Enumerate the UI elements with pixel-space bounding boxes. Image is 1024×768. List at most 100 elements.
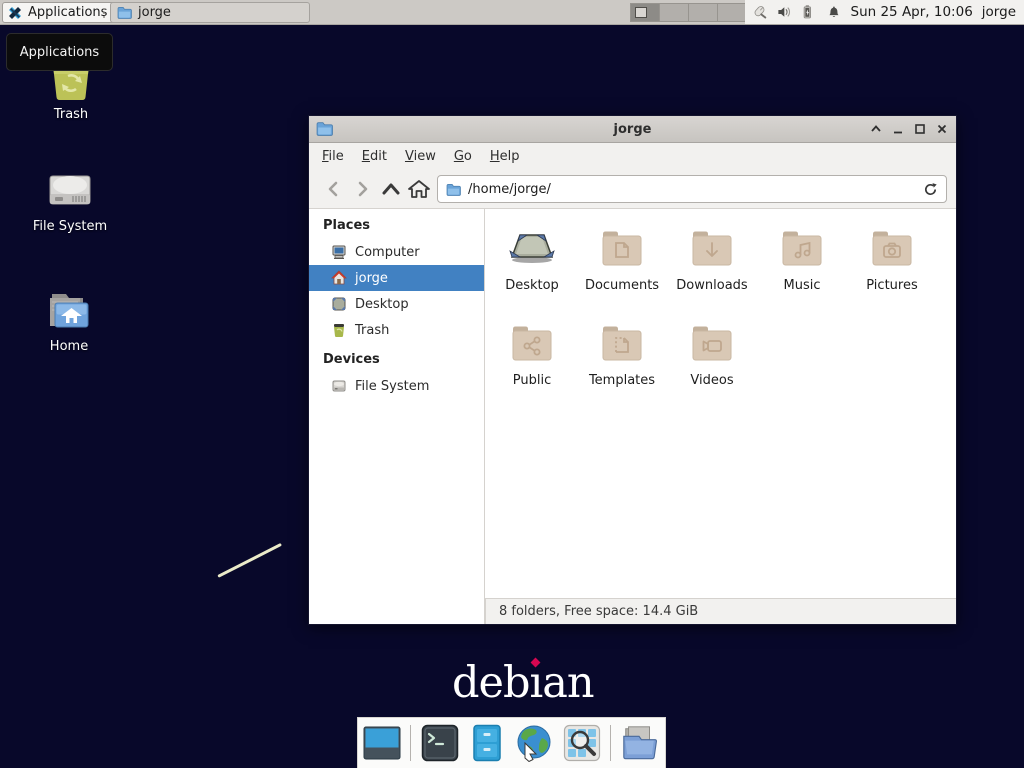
up-button[interactable]: [379, 177, 403, 201]
sidebar-item-jorge[interactable]: jorge: [309, 265, 484, 291]
file-manager-window: jorge File Edit View Go Help: [308, 115, 957, 625]
dock-show-desktop-button[interactable]: [363, 723, 401, 763]
statusbar: 8 folders, Free space: 14.4 GiB: [485, 598, 956, 624]
trash-icon: [331, 322, 347, 338]
file-item-desktop[interactable]: Desktop: [487, 224, 577, 293]
desktop-icon-label: File System: [33, 219, 107, 234]
menu-go[interactable]: Go: [445, 145, 481, 168]
home-button[interactable]: [407, 177, 431, 201]
window-title: jorge: [309, 122, 956, 137]
sidebar-item-trash[interactable]: Trash: [309, 317, 484, 343]
mouse-icon[interactable]: [751, 2, 767, 22]
stray-line-artifact: [217, 543, 282, 578]
shade-icon[interactable]: [869, 122, 883, 136]
workspace-3[interactable]: [689, 4, 717, 21]
folder-pictures-icon: [868, 224, 916, 272]
back-button[interactable]: [321, 177, 345, 201]
drive-icon: [331, 378, 347, 394]
taskbar-window-label: jorge: [138, 5, 171, 20]
dock-web-browser-button[interactable]: [515, 723, 553, 763]
forward-button[interactable]: [351, 177, 375, 201]
sidebar-item-desktop[interactable]: Desktop: [309, 291, 484, 317]
sidebar-item-file-system[interactable]: File System: [309, 373, 484, 399]
applications-menu-button[interactable]: Applications: [2, 2, 116, 23]
dock-terminal-button[interactable]: [420, 723, 458, 763]
workspace-window-preview: [635, 7, 647, 18]
panel-clock[interactable]: Sun 25 Apr, 10:06: [851, 4, 973, 20]
notifications-bell-icon[interactable]: [826, 2, 842, 22]
sidebar-item-label: File System: [355, 379, 429, 394]
workspace-2[interactable]: [660, 4, 688, 21]
maximize-icon[interactable]: [913, 122, 927, 136]
top-panel: Applications jorge: [0, 0, 1024, 25]
folder-videos-icon: [688, 319, 736, 367]
menu-edit[interactable]: Edit: [353, 145, 396, 168]
file-item-videos[interactable]: Videos: [667, 319, 757, 388]
dock-separator: [610, 725, 611, 761]
file-item-label: Public: [513, 373, 551, 388]
applications-tooltip: Applications: [6, 33, 113, 71]
file-item-pictures[interactable]: Pictures: [847, 224, 937, 293]
file-item-music[interactable]: Music: [757, 224, 847, 293]
minimize-icon[interactable]: [891, 122, 905, 136]
file-item-label: Desktop: [505, 278, 559, 293]
menu-view[interactable]: View: [396, 145, 445, 168]
bottom-dock: [357, 717, 666, 768]
desktop-icon-home[interactable]: Home: [14, 288, 124, 354]
file-manager-icon: [620, 724, 660, 762]
sidebar: Places Computer jorge Desktop: [309, 209, 485, 624]
desktop-icon-label: Trash: [54, 107, 88, 122]
sidebar-item-label: Desktop: [355, 297, 409, 312]
sidebar-item-computer[interactable]: Computer: [309, 239, 484, 265]
sidebar-places-header: Places: [309, 209, 484, 239]
file-item-label: Templates: [589, 373, 655, 388]
window-titlebar[interactable]: jorge: [309, 116, 956, 143]
file-item-label: Pictures: [866, 278, 917, 293]
folder-icon: [446, 183, 461, 196]
dock-file-cabinet-button[interactable]: [468, 723, 506, 763]
reload-icon[interactable]: [923, 182, 938, 197]
drive-icon: [45, 168, 95, 214]
desktop-icon: [331, 296, 347, 312]
home-icon: [408, 179, 430, 199]
desktop-icon-file-system[interactable]: File System: [15, 168, 125, 234]
file-item-templates[interactable]: Templates: [577, 319, 667, 388]
desktop-icon-label: Home: [50, 339, 88, 354]
dock-separator: [410, 725, 411, 761]
file-view[interactable]: Desktop Documents Downloads: [485, 209, 956, 598]
file-item-public[interactable]: Public: [487, 319, 577, 388]
file-item-label: Documents: [585, 278, 659, 293]
path-text: /home/jorge/: [468, 182, 916, 197]
file-item-documents[interactable]: Documents: [577, 224, 667, 293]
volume-icon[interactable]: [776, 2, 792, 22]
show-desktop-icon: [363, 726, 401, 760]
path-entry[interactable]: /home/jorge/: [437, 175, 947, 203]
file-item-label: Videos: [690, 373, 733, 388]
menu-help[interactable]: Help: [481, 145, 529, 168]
terminal-icon: [421, 724, 459, 762]
folder-downloads-icon: [688, 224, 736, 272]
panel-drag-handle[interactable]: [103, 6, 107, 19]
workspace-1[interactable]: [631, 4, 659, 21]
sidebar-item-label: Computer: [355, 245, 420, 260]
file-item-downloads[interactable]: Downloads: [667, 224, 757, 293]
desktop-pad-icon: [508, 224, 556, 272]
sidebar-item-label: Trash: [355, 323, 389, 338]
dock-file-manager-button[interactable]: [620, 723, 660, 763]
taskbar-window-button[interactable]: jorge: [110, 2, 310, 23]
battery-icon[interactable]: [801, 2, 817, 22]
applications-menu-label: Applications: [28, 5, 107, 20]
statusbar-text: 8 folders, Free space: 14.4 GiB: [499, 604, 698, 619]
menu-file[interactable]: File: [313, 145, 353, 168]
home-icon: [331, 270, 347, 286]
menubar: File Edit View Go Help: [309, 143, 956, 169]
file-item-label: Music: [784, 278, 821, 293]
dock-app-finder-button[interactable]: [563, 723, 601, 763]
close-icon[interactable]: [935, 122, 949, 136]
panel-tray-zone: Sun 25 Apr, 10:06 jorge: [745, 0, 1024, 24]
sidebar-devices-header: Devices: [309, 343, 484, 373]
file-cabinet-icon: [469, 724, 505, 762]
computer-icon: [331, 244, 347, 260]
workspace-pager: [630, 3, 747, 22]
workspace-4[interactable]: [718, 4, 746, 21]
